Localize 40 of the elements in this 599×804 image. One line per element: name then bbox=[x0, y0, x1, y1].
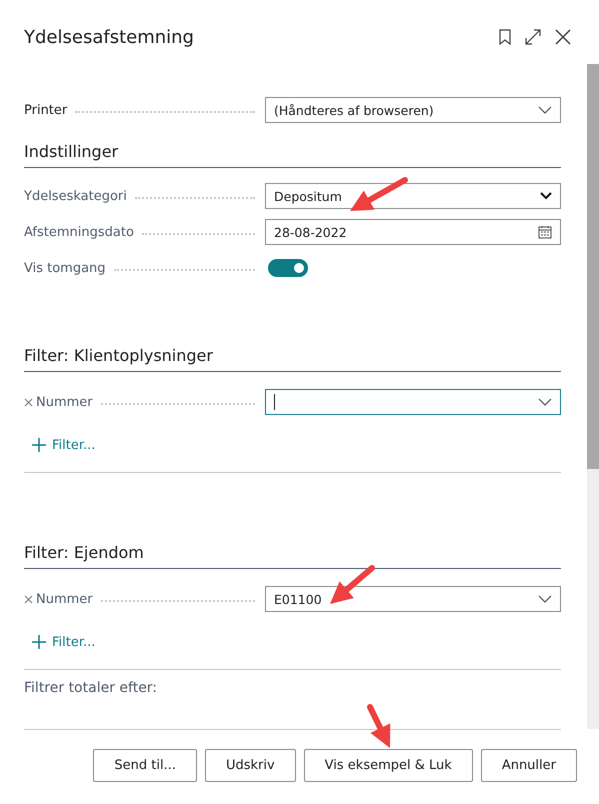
section-heading: Indstillinger bbox=[24, 142, 561, 168]
chevron-down-icon bbox=[540, 192, 552, 200]
filter-field[interactable]: E01100 bbox=[265, 586, 561, 612]
close-icon[interactable] bbox=[555, 29, 571, 45]
dialog-button[interactable]: Vis eksempel & Luk bbox=[304, 749, 473, 782]
calendar-icon[interactable] bbox=[538, 225, 552, 239]
field-label: Vis tomgang bbox=[24, 260, 106, 276]
field-label: Afstemningsdato bbox=[24, 224, 134, 240]
scrollbar-thumb[interactable] bbox=[587, 64, 599, 469]
scrollbar[interactable] bbox=[587, 64, 599, 729]
dialog-button[interactable]: Udskriv bbox=[204, 749, 296, 782]
chevron-down-icon bbox=[538, 595, 552, 603]
dialog-button[interactable]: Annuller bbox=[480, 749, 577, 782]
field-label: Printer bbox=[24, 102, 68, 118]
section-heading: Filter: Klientoplysninger bbox=[24, 346, 561, 372]
bookmark-icon[interactable] bbox=[499, 29, 511, 45]
add-filter-link[interactable]: Filter... bbox=[24, 631, 96, 653]
field-label: Ydelseskategori bbox=[24, 188, 127, 204]
toggle-switch[interactable] bbox=[268, 259, 308, 277]
expand-icon[interactable] bbox=[525, 29, 541, 45]
chevron-down-icon bbox=[538, 398, 552, 406]
totals-label: Filtrer totaler efter: bbox=[24, 679, 158, 698]
date-field[interactable]: 28-08-2022 bbox=[265, 219, 561, 245]
remove-icon[interactable] bbox=[24, 594, 33, 604]
plus-icon bbox=[32, 438, 46, 452]
dialog-button[interactable]: Send til... bbox=[93, 749, 197, 782]
section-heading: Filter: Ejendom bbox=[24, 543, 561, 569]
field-label: Nummer bbox=[36, 394, 93, 410]
annotation-arrow bbox=[350, 177, 408, 211]
chevron-down-icon bbox=[538, 106, 552, 114]
plus-icon bbox=[32, 635, 46, 649]
window-title: Ydelsesafstemning bbox=[24, 26, 194, 48]
field-label: Nummer bbox=[36, 592, 93, 606]
add-filter-link[interactable]: Filter... bbox=[24, 434, 96, 456]
remove-icon[interactable] bbox=[24, 398, 33, 406]
printer-select[interactable]: (Håndteres af browseren) bbox=[265, 97, 561, 123]
category-select[interactable]: Depositum bbox=[265, 183, 561, 209]
filter-field[interactable] bbox=[265, 389, 561, 415]
annotation-arrow bbox=[367, 704, 390, 748]
annotation-arrow bbox=[330, 565, 375, 604]
